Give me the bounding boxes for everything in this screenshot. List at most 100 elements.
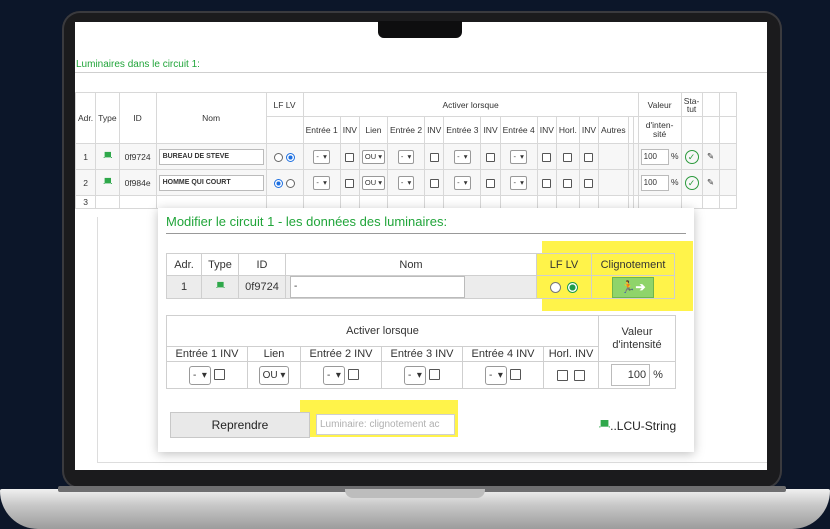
entree2-select[interactable]: - ▾ — [323, 365, 345, 385]
row-inv1 — [339, 169, 360, 196]
entree3-value: - — [457, 151, 460, 161]
luminaire-type-icon: ·▀· — [201, 275, 239, 299]
intensity-input[interactable]: 100 — [640, 148, 669, 165]
row-lflv — [265, 169, 304, 196]
inv2-checkbox[interactable] — [429, 152, 439, 162]
dlg-entree3-cell: - ▾ — [381, 361, 463, 389]
row-inv2 — [424, 143, 445, 170]
lien-select[interactable]: OU ▾ — [361, 149, 385, 164]
entree1-select[interactable]: - ▾ — [313, 175, 330, 190]
lf-radio[interactable] — [549, 281, 561, 293]
row-entree3: - ▾ — [443, 169, 482, 196]
lien-value: OU — [262, 369, 278, 381]
row-adr: 2 — [75, 169, 97, 196]
entree2-select[interactable]: - ▾ — [397, 149, 415, 164]
table-row[interactable]: 1 ·▀· 0f9724 BUREAU DE STEVE - ▾ OU ▾ - … — [75, 143, 737, 170]
entree3-select[interactable]: - ▾ — [404, 365, 426, 385]
lien-select[interactable]: OU ▾ — [361, 175, 385, 190]
row-inv4 — [536, 143, 557, 170]
lien-select[interactable]: OU ▾ — [258, 365, 290, 385]
name-input[interactable]: HOMME QUI COURT — [158, 174, 264, 191]
dlg-entree1-cell: - ▾ — [166, 361, 248, 389]
empty-cell — [578, 195, 600, 209]
col-intensite: d'inten- sité — [637, 116, 682, 144]
entree3-select[interactable]: - ▾ — [454, 175, 471, 190]
col-autres: Autres — [598, 116, 629, 144]
inv5-checkbox[interactable] — [584, 178, 594, 188]
lf-radio[interactable] — [274, 152, 284, 162]
entree4-select[interactable]: - ▾ — [485, 365, 507, 385]
status-ok-icon: ✓ — [680, 143, 703, 170]
col-blank3 — [680, 116, 703, 144]
laptop-groove — [345, 489, 485, 498]
row-lien: OU ▾ — [358, 143, 388, 170]
col-edit — [701, 92, 720, 117]
inv2-checkbox[interactable] — [347, 369, 359, 381]
intensity-input[interactable]: 100 — [611, 364, 651, 386]
col-type: Type — [95, 92, 120, 144]
row-valeur: 100 % — [637, 143, 682, 170]
inv4-checkbox[interactable] — [509, 369, 521, 381]
dlg-activer-label: Activer lorsque — [166, 315, 599, 347]
col-entree4: Entrée 4 — [499, 116, 538, 144]
dlg-horl-cell — [543, 361, 599, 389]
lf-radio[interactable] — [274, 178, 284, 188]
row-entree4: - ▾ — [499, 143, 538, 170]
reprendre-button[interactable]: Reprendre — [170, 412, 310, 438]
row-entree1: - ▾ — [302, 169, 341, 196]
col-entree3: Entrée 3 — [443, 116, 482, 144]
lv-radio[interactable] — [285, 152, 295, 162]
inv3-checkbox[interactable] — [486, 152, 496, 162]
inv2-checkbox[interactable] — [429, 178, 439, 188]
inv1-checkbox[interactable] — [345, 178, 355, 188]
entree1-value: - — [193, 369, 197, 381]
dlg-valeur-cell: 100 % — [598, 361, 676, 389]
table-row[interactable]: 3 — [75, 195, 737, 209]
lcu-label: ..LCU-String — [610, 419, 677, 433]
inv3-checkbox[interactable] — [428, 369, 440, 381]
entree2-value: - — [327, 369, 331, 381]
row-entree3: - ▾ — [443, 143, 482, 170]
entree2-select[interactable]: - ▾ — [397, 175, 415, 190]
col-inv3: INV — [480, 116, 501, 144]
inv4-checkbox[interactable] — [542, 152, 552, 162]
row-nom-cell: BUREAU DE STEVE — [155, 143, 267, 170]
col-entree2: Entrée 2 — [386, 116, 426, 144]
name-input[interactable]: - — [290, 276, 465, 298]
dlg-lien-cell: OU ▾ — [247, 361, 301, 389]
row-adr: 3 — [75, 195, 97, 209]
col-entree1: Entrée 1 — [302, 116, 341, 144]
edit-pencil-icon[interactable]: ✎ — [701, 169, 720, 196]
lcu-string: ·▀·..LCU-String — [598, 419, 676, 433]
lien-value: OU — [364, 151, 377, 161]
horl-checkbox[interactable] — [563, 178, 573, 188]
intensity-input[interactable]: 100 — [640, 174, 669, 191]
entree4-value: - — [513, 177, 516, 187]
entree4-select[interactable]: - ▾ — [510, 149, 527, 164]
status-field: Luminaire: clignotement ac — [316, 414, 455, 435]
emergency-exit-icon[interactable]: 🏃➔ — [612, 276, 654, 298]
empty-cell — [95, 195, 120, 209]
inv5-checkbox[interactable] — [584, 152, 594, 162]
name-input[interactable]: BUREAU DE STEVE — [158, 148, 264, 165]
lv-radio[interactable] — [285, 178, 295, 188]
row-inv5 — [578, 169, 600, 196]
table-row[interactable]: 2 ·▀· 0f984e HOMME QUI COURT - ▾ OU ▾ - … — [75, 169, 737, 196]
entree2-value: - — [400, 177, 404, 187]
entree1-select[interactable]: - ▾ — [313, 149, 330, 164]
inv1-checkbox[interactable] — [213, 369, 225, 381]
empty-cell — [443, 195, 482, 209]
edit-pencil-icon[interactable]: ✎ — [701, 143, 720, 170]
inv5-checkbox[interactable] — [574, 369, 586, 381]
dlg-lien: Lien — [247, 346, 301, 362]
entree3-select[interactable]: - ▾ — [454, 149, 471, 164]
entree1-select[interactable]: - ▾ — [189, 365, 211, 385]
inv1-checkbox[interactable] — [345, 152, 355, 162]
lv-radio[interactable] — [567, 281, 579, 293]
horl-checkbox[interactable] — [556, 369, 568, 381]
inv3-checkbox[interactable] — [486, 178, 496, 188]
inv4-checkbox[interactable] — [542, 178, 552, 188]
horl-checkbox[interactable] — [563, 152, 573, 162]
entree4-select[interactable]: - ▾ — [510, 175, 527, 190]
entree2-value: - — [400, 151, 404, 161]
